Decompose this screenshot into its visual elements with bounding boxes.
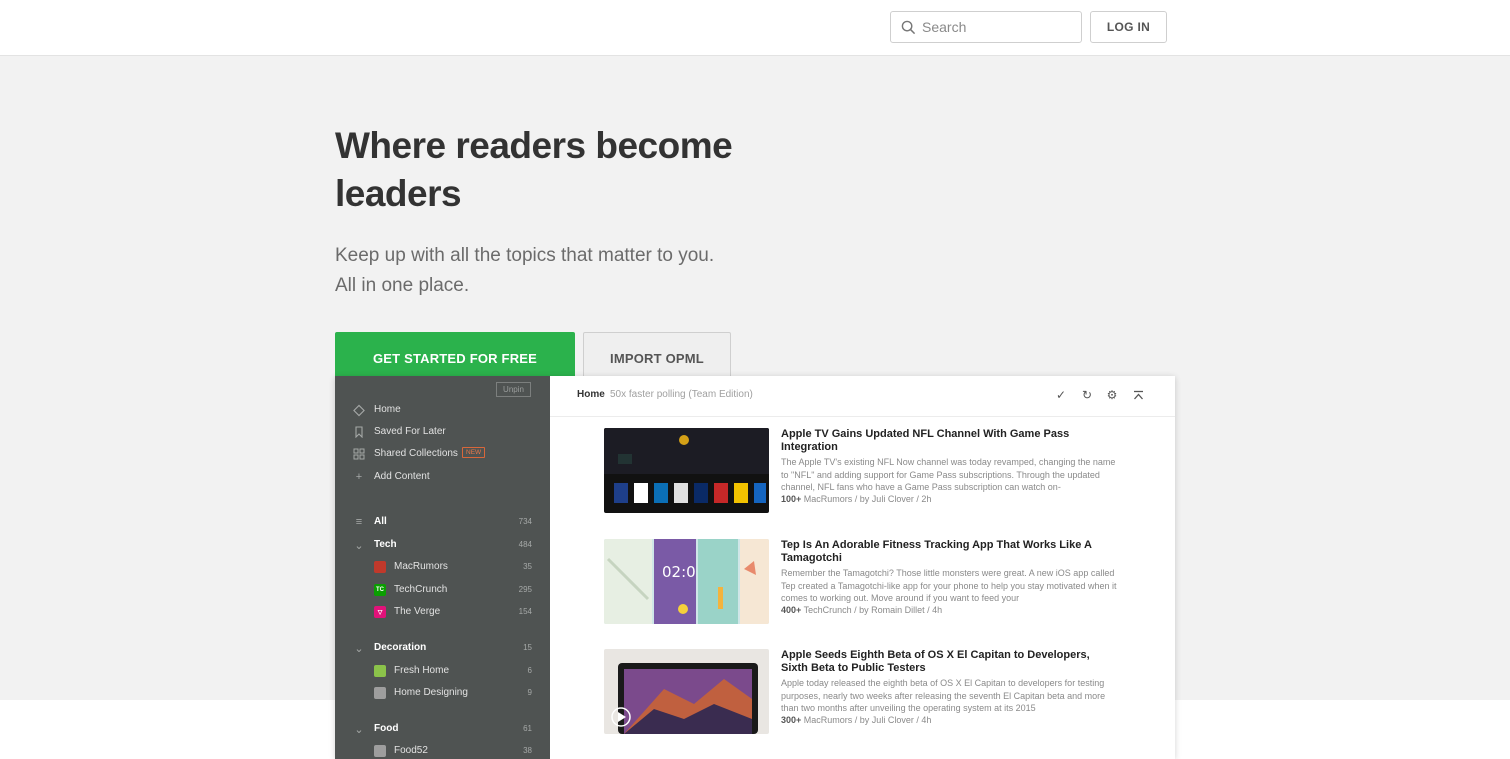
article-meta: 300+ MacRumors / by Juli Clover / 4h <box>781 715 931 725</box>
new-badge: NEW <box>462 447 486 458</box>
thumbnail-clock: 02:0 <box>662 563 696 581</box>
sidebar-item-home[interactable]: Home <box>335 401 550 419</box>
feed-label: Fresh Home <box>394 665 450 676</box>
popularity-count: 100+ <box>781 494 802 504</box>
chevron-down-icon: ⌄ <box>354 723 364 736</box>
category-food[interactable]: ⌄ Food 61 <box>335 720 550 738</box>
article-title[interactable]: Tep Is An Adorable Fitness Tracking App … <box>781 539 1111 565</box>
the-verge-icon: ▽ <box>374 606 386 618</box>
article-meta: 400+ TechCrunch / by Romain Dillet / 4h <box>781 605 942 615</box>
top-navbar: LOG IN <box>0 0 1510 56</box>
macrumors-icon <box>374 561 386 573</box>
app-preview: Unpin Home Saved For Later Shared Collec… <box>335 376 1175 759</box>
feed-food52[interactable]: Food52 38 <box>335 742 550 759</box>
unread-count: 6 <box>527 666 532 675</box>
collapse-icon[interactable] <box>1130 387 1146 403</box>
login-button[interactable]: LOG IN <box>1090 11 1167 43</box>
article-source: MacRumors / by Juli Clover / 4h <box>803 715 932 725</box>
category-tech[interactable]: ⌄ Tech 484 <box>335 536 550 554</box>
unread-count: 9 <box>527 688 532 697</box>
unread-count: 295 <box>518 585 532 594</box>
sidebar-item-label: Add Content <box>374 471 430 482</box>
feed-label: MacRumors <box>394 561 448 572</box>
search-box[interactable] <box>890 11 1082 43</box>
unread-count: 38 <box>523 746 532 755</box>
home-icon <box>353 404 365 416</box>
hero-subtitle: Keep up with all the topics that matter … <box>335 241 775 301</box>
feed-techcrunch[interactable]: TC TechCrunch 295 <box>335 581 550 599</box>
feed-label: TechCrunch <box>394 584 448 595</box>
food52-icon <box>374 745 386 757</box>
article-source: TechCrunch / by Romain Dillet / 4h <box>803 605 943 615</box>
unread-count: 15 <box>523 643 532 652</box>
home-designing-icon <box>374 687 386 699</box>
category-label: Food <box>374 723 399 734</box>
preview-sidebar: Unpin Home Saved For Later Shared Collec… <box>335 376 550 759</box>
feed-home-designing[interactable]: Home Designing 9 <box>335 684 550 702</box>
sidebar-item-label: Shared Collections <box>374 448 458 459</box>
chevron-down-icon: ⌄ <box>354 642 364 655</box>
search-icon <box>901 20 916 34</box>
sidebar-item-label: Home <box>374 404 401 415</box>
search-input[interactable] <box>922 19 1072 35</box>
check-icon[interactable]: ✓ <box>1053 387 1069 403</box>
sidebar-item-all[interactable]: ≡ All 734 <box>335 513 550 531</box>
preview-main: Home 50x faster polling (Team Edition) ✓… <box>550 376 1175 759</box>
article-title[interactable]: Apple Seeds Eighth Beta of OS X El Capit… <box>781 649 1111 675</box>
article-summary: The Apple TV's existing NFL Now channel … <box>781 457 1116 492</box>
sidebar-item-label: Saved For Later <box>374 426 446 437</box>
article-title[interactable]: Apple TV Gains Updated NFL Channel With … <box>781 428 1111 454</box>
unread-count: 35 <box>523 562 532 571</box>
article-item[interactable]: Apple TV Gains Updated NFL Channel With … <box>604 428 1124 514</box>
bookmark-icon <box>353 426 365 438</box>
gear-icon[interactable]: ⚙ <box>1104 387 1120 403</box>
article-item[interactable]: 02:0 Tep Is An Adorable Fitness Tracking… <box>604 539 1124 625</box>
sidebar-item-saved[interactable]: Saved For Later <box>335 423 550 441</box>
article-summary: Apple today released the eighth beta of … <box>781 678 1106 713</box>
article-summary: Remember the Tamagotchi? Those little mo… <box>781 568 1117 603</box>
sidebar-item-shared-collections[interactable]: Shared Collections NEW <box>335 445 550 463</box>
unread-count: 734 <box>518 517 532 526</box>
hero-subtitle-line-1: Keep up with all the topics that matter … <box>335 245 715 266</box>
preview-header: Home 50x faster polling (Team Edition) ✓… <box>550 376 1175 417</box>
collections-icon <box>353 448 365 460</box>
feed-macrumors[interactable]: MacRumors 35 <box>335 558 550 576</box>
list-icon: ≡ <box>355 516 363 528</box>
plus-icon: + <box>355 471 363 483</box>
article-thumbnail <box>604 649 769 734</box>
article-item[interactable]: Apple Seeds Eighth Beta of OS X El Capit… <box>604 649 1124 735</box>
chevron-down-icon: ⌄ <box>354 539 364 552</box>
sidebar-item-label: All <box>374 516 387 527</box>
unread-count: 61 <box>523 724 532 733</box>
category-label: Tech <box>374 539 397 550</box>
article-thumbnail: 02:0 <box>604 539 769 624</box>
sidebar-item-add-content[interactable]: + Add Content <box>335 468 550 486</box>
article-meta: 100+ MacRumors / by Juli Clover / 2h <box>781 494 931 504</box>
feed-label: Home Designing <box>394 687 468 698</box>
techcrunch-icon: TC <box>374 584 386 596</box>
unread-count: 154 <box>518 607 532 616</box>
popularity-count: 400+ <box>781 605 802 615</box>
category-decoration[interactable]: ⌄ Decoration 15 <box>335 639 550 657</box>
category-label: Decoration <box>374 642 427 653</box>
popularity-count: 300+ <box>781 715 802 725</box>
feed-the-verge[interactable]: ▽ The Verge 154 <box>335 603 550 621</box>
stream-subtitle: 50x faster polling (Team Edition) <box>610 389 753 400</box>
stream-title: Home <box>577 389 605 400</box>
feed-label: The Verge <box>394 606 441 617</box>
hero-subtitle-line-2: All in one place. <box>335 275 470 296</box>
unread-count: 484 <box>518 540 532 549</box>
article-thumbnail <box>604 428 769 513</box>
feed-label: Food52 <box>394 745 428 756</box>
article-source: MacRumors / by Juli Clover / 2h <box>803 494 932 504</box>
unpin-button[interactable]: Unpin <box>496 382 531 397</box>
fresh-home-icon <box>374 665 386 677</box>
page-title: Where readers become leaders <box>335 125 733 214</box>
refresh-icon[interactable]: ↻ <box>1079 387 1095 403</box>
feed-fresh-home[interactable]: Fresh Home 6 <box>335 662 550 680</box>
